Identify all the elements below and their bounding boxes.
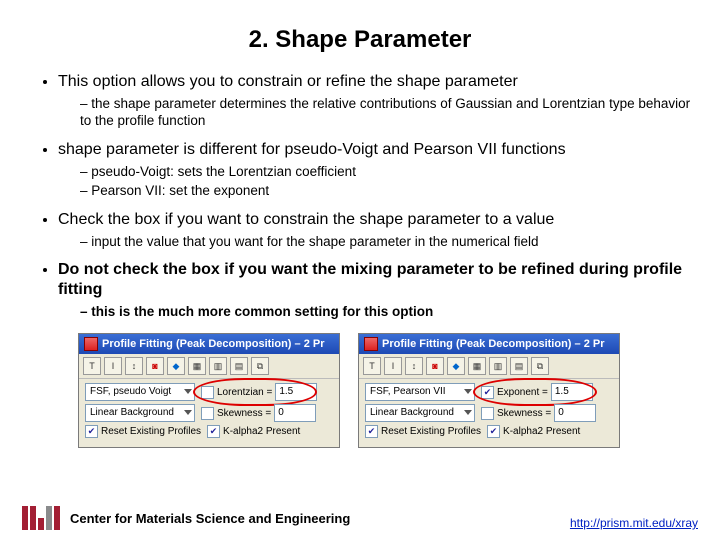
toolbar-button[interactable]: ⧉ [251, 357, 269, 375]
toolbar-button[interactable]: ▦ [188, 357, 206, 375]
slide-footer: Center for Materials Science and Enginee… [22, 506, 698, 530]
window-titlebar: Profile Fitting (Peak Decomposition) – 2… [79, 334, 339, 354]
fsf-dropdown[interactable]: FSF, Pearson VII [365, 383, 475, 401]
kalpha2-checkbox[interactable]: ✔ [207, 425, 220, 438]
kalpha2-label: K-alpha2 Present [503, 426, 580, 437]
window-titlebar: Profile Fitting (Peak Decomposition) – 2… [359, 334, 619, 354]
toolbar-button[interactable]: ◙ [146, 357, 164, 375]
window-title-text: Profile Fitting (Peak Decomposition) – 2… [382, 338, 604, 350]
bullet-2-text: shape parameter is different for pseudo-… [58, 141, 566, 158]
skewness-field[interactable]: 0 [274, 404, 316, 422]
footer-center-text: Center for Materials Science and Enginee… [70, 511, 350, 526]
background-dropdown[interactable]: Linear Background [85, 404, 195, 422]
toolbar-button[interactable]: I [104, 357, 122, 375]
bullet-4-text: Do not check the box if you want the mix… [58, 261, 682, 298]
bullet-2: shape parameter is different for pseudo-… [58, 140, 692, 200]
fsf-dropdown[interactable]: FSF, pseudo Voigt [85, 383, 195, 401]
screenshot-pearson-vii: Profile Fitting (Peak Decomposition) – 2… [358, 333, 620, 448]
kalpha2-label: K-alpha2 Present [223, 426, 300, 437]
app-icon [364, 337, 378, 351]
toolbar-button[interactable]: I [384, 357, 402, 375]
bullet-3-text: Check the box if you want to constrain t… [58, 211, 554, 228]
slide-title: 2. Shape Parameter [28, 26, 692, 54]
skewness-field[interactable]: 0 [554, 404, 596, 422]
toolbar-button[interactable]: ▤ [230, 357, 248, 375]
skewness-checkbox[interactable] [481, 407, 494, 420]
reset-profiles-label: Reset Existing Profiles [381, 426, 481, 437]
footer-link[interactable]: http://prism.mit.edu/xray [570, 516, 698, 530]
bullet-list: This option allows you to constrain or r… [28, 72, 692, 321]
background-dropdown[interactable]: Linear Background [365, 404, 475, 422]
toolbar-button[interactable]: ◆ [167, 357, 185, 375]
toolbar-button[interactable]: ▦ [468, 357, 486, 375]
bullet-2-sub-1: pseudo-Voigt: sets the Lorentzian coeffi… [80, 164, 692, 181]
toolbar: T I ↕ ◙ ◆ ▦ ▥ ▤ ⧉ [79, 354, 339, 379]
toolbar-button[interactable]: ▥ [209, 357, 227, 375]
skewness-label: Skewness = [497, 408, 551, 419]
exponent-field[interactable]: 1.5 [551, 383, 593, 401]
exponent-label: Exponent = [497, 387, 548, 398]
bullet-1-text: This option allows you to constrain or r… [58, 73, 518, 90]
kalpha2-checkbox[interactable]: ✔ [487, 425, 500, 438]
toolbar-button[interactable]: ◙ [426, 357, 444, 375]
lorentzian-label: Lorentzian = [217, 387, 272, 398]
bullet-2-sub-2: Pearson VII: set the exponent [80, 183, 692, 200]
reset-profiles-checkbox[interactable]: ✔ [365, 425, 378, 438]
window-title-text: Profile Fitting (Peak Decomposition) – 2… [102, 338, 324, 350]
screenshot-pseudo-voigt: Profile Fitting (Peak Decomposition) – 2… [78, 333, 340, 448]
toolbar-button[interactable]: ↕ [125, 357, 143, 375]
toolbar-button[interactable]: ↕ [405, 357, 423, 375]
screenshots-row: Profile Fitting (Peak Decomposition) – 2… [78, 333, 692, 448]
toolbar-button[interactable]: ▤ [510, 357, 528, 375]
skewness-label: Skewness = [217, 408, 271, 419]
app-icon [84, 337, 98, 351]
mit-logo [22, 506, 60, 530]
bullet-1-sub-1: the shape parameter determines the relat… [80, 96, 692, 130]
toolbar-button[interactable]: T [83, 357, 101, 375]
lorentzian-checkbox[interactable] [201, 386, 214, 399]
bullet-4-sub-1: this is the much more common setting for… [80, 304, 692, 321]
reset-profiles-label: Reset Existing Profiles [101, 426, 201, 437]
lorentzian-field[interactable]: 1.5 [275, 383, 317, 401]
toolbar-button[interactable]: ◆ [447, 357, 465, 375]
exponent-checkbox[interactable]: ✔ [481, 386, 494, 399]
bullet-3-sub-1: input the value that you want for the sh… [80, 234, 692, 251]
reset-profiles-checkbox[interactable]: ✔ [85, 425, 98, 438]
bullet-1: This option allows you to constrain or r… [58, 72, 692, 130]
toolbar-button[interactable]: T [363, 357, 381, 375]
toolbar: T I ↕ ◙ ◆ ▦ ▥ ▤ ⧉ [359, 354, 619, 379]
bullet-3: Check the box if you want to constrain t… [58, 210, 692, 251]
toolbar-button[interactable]: ▥ [489, 357, 507, 375]
skewness-checkbox[interactable] [201, 407, 214, 420]
bullet-4: Do not check the box if you want the mix… [58, 260, 692, 321]
toolbar-button[interactable]: ⧉ [531, 357, 549, 375]
